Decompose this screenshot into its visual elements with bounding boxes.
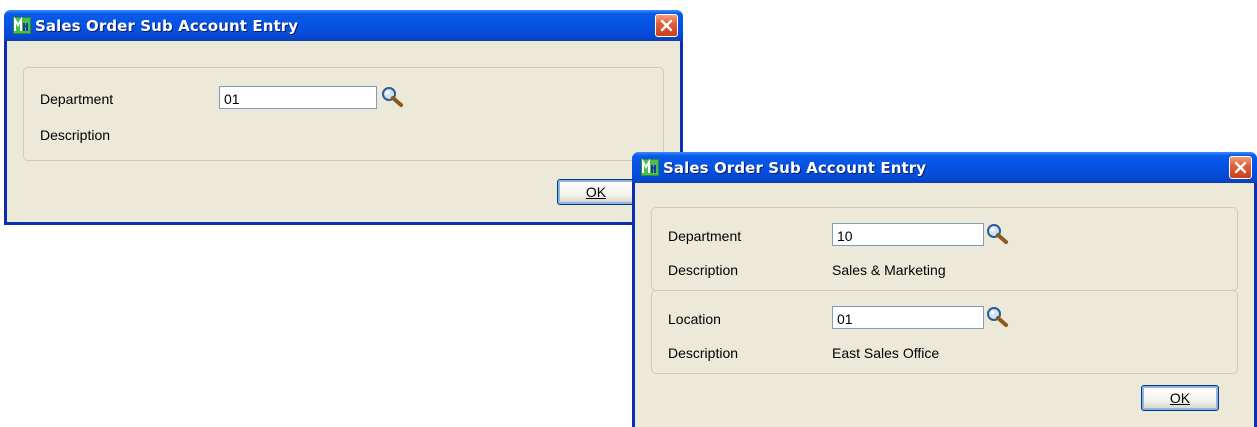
location-group: Location Description East Sales Office (651, 290, 1238, 374)
department-group: Department Description Sales & Marketing (651, 207, 1238, 291)
department-label: Department (668, 228, 742, 244)
close-button[interactable] (1229, 156, 1252, 179)
window-title: Sales Order Sub Account Entry (663, 159, 927, 177)
sub-account-window-1: Sales Order Sub Account Entry Department… (4, 10, 683, 225)
magnifier-icon[interactable] (985, 306, 1011, 328)
window-title: Sales Order Sub Account Entry (35, 17, 299, 35)
department-input[interactable] (219, 86, 377, 109)
app-icon (13, 17, 31, 34)
ok-button[interactable]: OK (557, 179, 635, 205)
close-icon (660, 19, 673, 32)
department-group: Department Description (23, 67, 664, 161)
location-input[interactable] (832, 306, 984, 329)
close-icon (1234, 161, 1247, 174)
sub-account-window-2: Sales Order Sub Account Entry Department… (632, 152, 1257, 427)
ok-button[interactable]: OK (1141, 385, 1219, 411)
location-label: Location (668, 311, 721, 327)
department-input[interactable] (832, 223, 984, 246)
ok-label: OK (1169, 390, 1191, 406)
department-description-label: Description (668, 262, 739, 278)
department-description-value: Sales & Marketing (832, 262, 946, 278)
description-label: Description (40, 127, 111, 143)
window-client: Department Description OK (7, 41, 680, 222)
app-icon (641, 159, 659, 176)
department-label: Department (40, 91, 114, 107)
magnifier-icon[interactable] (985, 223, 1011, 245)
ok-label: OK (585, 184, 607, 200)
title-bar[interactable]: Sales Order Sub Account Entry (4, 10, 683, 41)
magnifier-icon[interactable] (380, 86, 406, 108)
window-client: Department Description Sales & Marketing… (635, 183, 1254, 427)
title-bar[interactable]: Sales Order Sub Account Entry (632, 152, 1257, 183)
close-button[interactable] (655, 14, 678, 37)
location-description-label: Description (668, 345, 739, 361)
location-description-value: East Sales Office (832, 345, 940, 361)
